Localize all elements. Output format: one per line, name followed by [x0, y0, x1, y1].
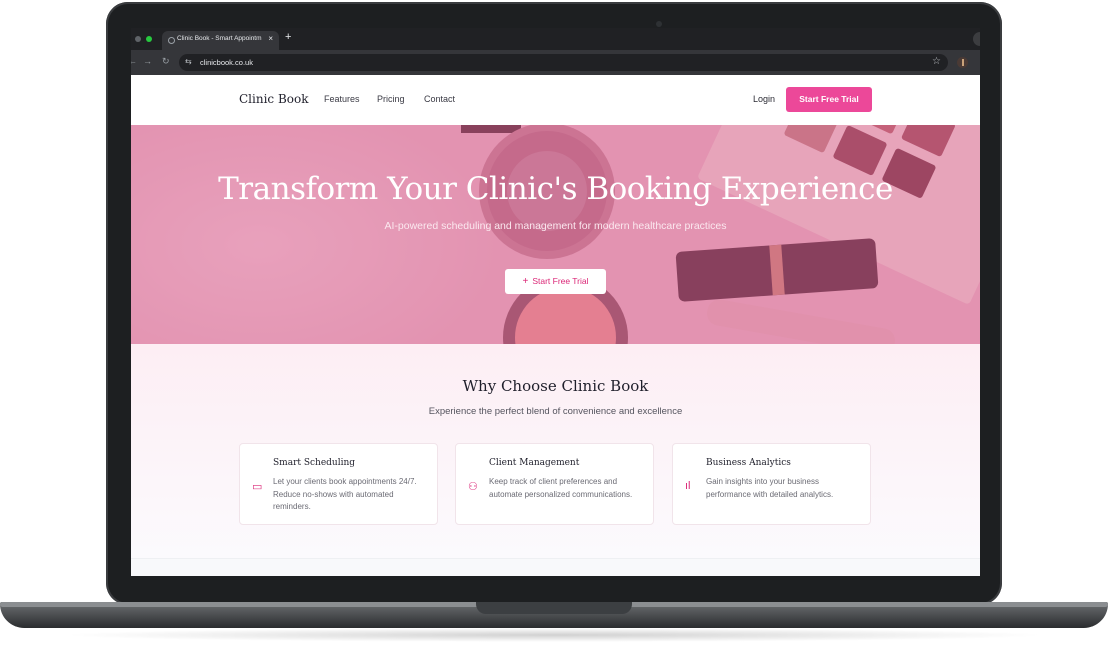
hero-start-free-trial-button[interactable]: + Start Free Trial [505, 269, 606, 294]
site-logo[interactable]: Clinic Book [239, 92, 309, 106]
plus-icon: + [522, 276, 529, 287]
feature-card-business-analytics: ıl Business Analytics Gain insights into… [672, 443, 871, 525]
back-icon[interactable]: ← [131, 56, 137, 66]
feature-title: Smart Scheduling [273, 458, 356, 468]
site-settings-icon[interactable]: ⇆ [185, 57, 192, 66]
hero-subtitle: AI-powered scheduling and management for… [384, 220, 727, 232]
browser-tab-bar: Clinic Book - Smart Appointm × + [131, 28, 980, 50]
features-section: Why Choose Clinic Book Experience the pe… [131, 344, 980, 576]
laptop-screen: Clinic Book - Smart Appointm × + ← → ↻ ⇆… [131, 28, 980, 576]
feature-card-smart-scheduling: ▭ Smart Scheduling Let your clients book… [239, 443, 438, 525]
next-section-edge [131, 558, 980, 576]
hero-pink-overlay [131, 125, 980, 344]
bar-chart-icon: ıl [685, 480, 691, 492]
hero-title: Transform Your Clinic's Booking Experien… [218, 171, 893, 207]
feature-text: Let your clients book appointments 24/7.… [273, 477, 417, 511]
globe-icon [168, 37, 175, 44]
login-link[interactable]: Login [753, 94, 775, 104]
start-free-trial-button[interactable]: Start Free Trial [786, 87, 872, 112]
webcam [656, 21, 662, 27]
site-header: Clinic Book Features Pricing Contact Log… [131, 75, 980, 126]
url-text[interactable]: clinicbook.co.uk [200, 58, 253, 67]
browser-toolbar: ← → ↻ ⇆ clinicbook.co.uk ☆ [131, 50, 980, 75]
features-title: Why Choose Clinic Book [462, 377, 649, 395]
profile-avatar[interactable] [957, 57, 968, 68]
laptop-shadow [60, 628, 1048, 642]
features-subtitle: Experience the perfect blend of convenie… [428, 406, 683, 417]
feature-title: Business Analytics [706, 458, 791, 468]
window-zoom-dot[interactable] [146, 36, 152, 42]
new-tab-button[interactable]: + [285, 31, 291, 43]
nav-link-contact[interactable]: Contact [424, 94, 455, 104]
feature-card-client-management: ⚇ Client Management Keep track of client… [455, 443, 654, 525]
laptop-notch [476, 602, 632, 614]
feature-title: Client Management [489, 458, 580, 468]
tab-title: Clinic Book - Smart Appointm [177, 35, 262, 42]
forward-icon[interactable]: → [143, 56, 152, 66]
feature-text: Gain insights into your business perform… [706, 477, 834, 499]
browser-tab[interactable]: Clinic Book - Smart Appointm × [162, 31, 279, 50]
address-bar[interactable]: ⇆ clinicbook.co.uk [179, 54, 948, 71]
nav-link-features[interactable]: Features [324, 94, 360, 104]
tab-search-button[interactable] [973, 32, 980, 46]
feature-text: Keep track of client preferences and aut… [489, 477, 633, 499]
window-close-dot[interactable] [135, 36, 141, 42]
hero-cta-label: Start Free Trial [532, 276, 589, 286]
nav-link-pricing[interactable]: Pricing [377, 94, 405, 104]
close-icon[interactable]: × [268, 34, 273, 43]
bookmark-star-icon[interactable]: ☆ [932, 56, 941, 67]
users-icon: ⚇ [468, 481, 478, 493]
website: Clinic Book Features Pricing Contact Log… [131, 75, 980, 576]
calendar-icon: ▭ [252, 481, 263, 493]
reload-icon[interactable]: ↻ [162, 56, 170, 67]
hero-section: Transform Your Clinic's Booking Experien… [131, 125, 980, 344]
